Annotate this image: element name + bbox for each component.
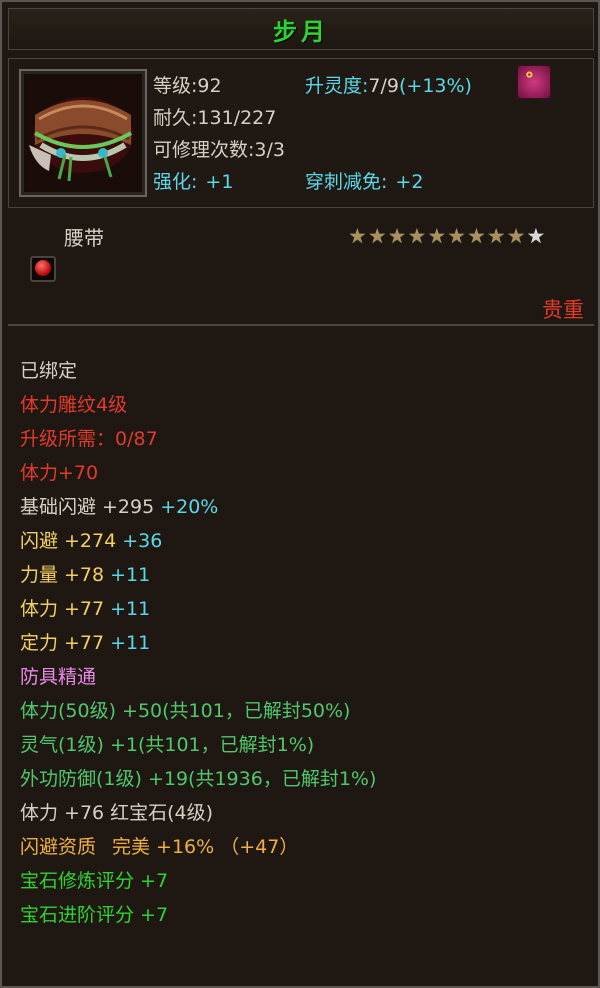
star-filled-icon: ★ [407, 224, 427, 248]
stamina-label: 体力 [20, 598, 59, 620]
base-dodge-label: 基础闪避 [20, 496, 97, 518]
gem-advance-score: 宝石进阶评分 +7 [20, 904, 169, 926]
star-filled-icon: ★ [427, 224, 447, 248]
pierce-reduction: 穿刺减免: +2 [305, 167, 423, 194]
stamina-row: 体力 +77 +11 [20, 592, 580, 626]
quality-grade: 完美 [112, 836, 151, 858]
star-rating: ★ ★ ★ ★ ★ ★ ★ ★ ★ ★ [348, 226, 545, 247]
soul-degree-value: 7/9 [368, 75, 399, 97]
focus-bonus: +11 [110, 632, 151, 654]
dodge-row: 闪避 +274 +36 [20, 524, 580, 558]
attribute-list: 已绑定 体力雕纹4级 升级所需：0/87 体力+70 基础闪避 +295 +20% … [20, 354, 580, 932]
engrave-line: 体力雕纹4级 [20, 394, 128, 416]
item-level: 等级:92 [153, 75, 222, 97]
gem-refine-score: 宝石修炼评分 +7 [20, 870, 169, 892]
quality-label: 闪避资质 [20, 836, 97, 858]
gem-slot[interactable] [30, 256, 56, 282]
item-name: 步月 [273, 17, 329, 46]
rarity-label: 贵重 [542, 298, 584, 322]
soul-degree: 升灵度:7/9(+13%) [305, 71, 472, 98]
upgrade-requirement: 升级所需：0/87 [20, 428, 158, 450]
mastery-line-3: 外功防御(1级) +19(共1936，已解封1%) [20, 768, 377, 790]
enhance-value: +1 [205, 171, 234, 193]
quality-value: +16% [156, 836, 215, 858]
stamina-value: +77 [64, 598, 105, 620]
mastery-line-1: 体力(50级) +50(共101，已解封50%) [20, 700, 351, 722]
enhance-label: 强化: [153, 171, 198, 193]
focus-value: +77 [64, 632, 105, 654]
star-filled-icon: ★ [486, 224, 506, 248]
engrave-stamina: 体力+70 [20, 462, 99, 484]
star-filled-icon: ★ [348, 224, 367, 248]
title-bar: 步月 [8, 8, 594, 50]
enhance-level: 强化: +1 [153, 167, 233, 194]
star-filled-icon: ★ [506, 224, 526, 248]
stamina-bonus: +11 [110, 598, 151, 620]
base-dodge-row: 基础闪避 +295 +20% [20, 490, 580, 524]
star-filled-icon: ★ [367, 224, 387, 248]
power-row: 力量 +78 +11 [20, 558, 580, 592]
item-type: 腰带 [64, 226, 104, 250]
pierce-value: +2 [395, 171, 424, 193]
repair-count: 可修理次数:3/3 [153, 139, 285, 161]
soul-degree-bonus: (+13%) [398, 75, 472, 97]
dodge-bonus: +36 [122, 530, 163, 552]
base-dodge-value: +295 [102, 496, 155, 518]
quality-bonus: （+47） [220, 836, 299, 858]
gem-row: 体力 +76 红宝石(4级) [20, 796, 580, 830]
bound-status: 已绑定 [20, 360, 78, 382]
gem-name: 红宝石(4级) [110, 802, 214, 824]
star-filled-icon: ★ [387, 224, 407, 248]
base-dodge-bonus: +20% [160, 496, 219, 518]
item-tooltip: 步月 等级:92 升灵度:7/9(+13%) ᐤ 耐久:131/227 可修理次… [0, 0, 600, 988]
focus-label: 定力 [20, 632, 59, 654]
focus-row: 定力 +77 +11 [20, 626, 580, 660]
item-header: 等级:92 升灵度:7/9(+13%) ᐤ 耐久:131/227 可修理次数:3… [8, 58, 594, 208]
power-value: +78 [64, 564, 105, 586]
dodge-label: 闪避 [20, 530, 59, 552]
divider [8, 324, 594, 326]
power-bonus: +11 [110, 564, 151, 586]
star-filled-icon: ★ [466, 224, 486, 248]
star-empty-icon: ★ [526, 224, 546, 248]
dodge-value: +274 [64, 530, 117, 552]
power-label: 力量 [20, 564, 59, 586]
soul-glyph-icon[interactable]: ᐤ [517, 65, 551, 99]
gem-stat: 体力 +76 [20, 802, 105, 824]
star-filled-icon: ★ [447, 224, 466, 248]
item-type-section: 腰带 ★ ★ ★ ★ ★ ★ ★ ★ ★ ★ 贵重 [8, 214, 594, 324]
red-gem-icon [35, 260, 51, 276]
mastery-line-2: 灵气(1级) +1(共101，已解封1%) [20, 734, 315, 756]
pierce-label: 穿刺减免: [305, 171, 388, 193]
durability: 耐久:131/227 [153, 107, 277, 129]
soul-degree-label: 升灵度: [305, 75, 369, 97]
belt-icon [25, 75, 141, 191]
quality-row: 闪避资质 完美 +16% （+47） [20, 830, 580, 864]
armor-mastery: 防具精通 [20, 666, 97, 688]
item-icon[interactable] [19, 69, 147, 197]
